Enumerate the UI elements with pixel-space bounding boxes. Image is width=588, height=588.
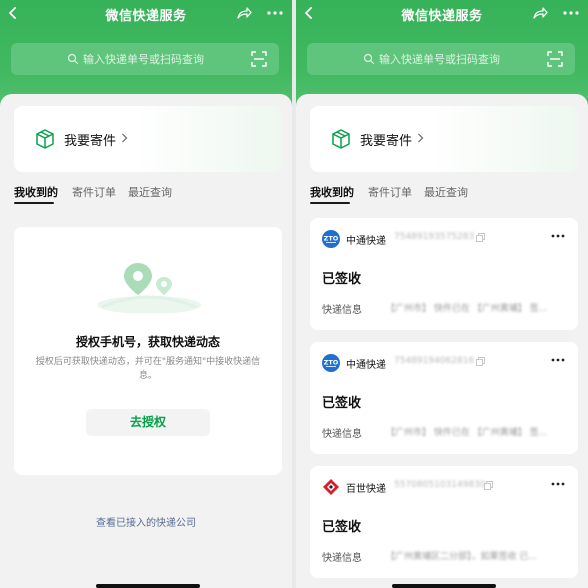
right-pane: 微信快递服务 输入快递单号或扫码查询 我要寄件 我收到的 寄件订单 最近查询 Z… [296,0,588,588]
delivery-status: 已签收 [322,272,362,287]
copy-icon[interactable] [476,357,485,366]
search-icon [363,53,375,65]
more-options-icon[interactable] [550,478,566,490]
info-text: 【广州市】 快件已在 【广州黄埔】 签... [386,304,548,314]
info-label: 快递信息 [322,429,362,440]
info-label: 快递信息 [322,553,362,564]
search-input[interactable]: 输入快递单号或扫码查询 [11,43,279,75]
package-card[interactable]: ZTO 中通快递 75489194062816 已签收 快递信息 【广州市】 快… [310,342,578,454]
authorize-card: 授权手机号，获取快递动态 授权后可获取快递动态，并可在"服务通知"中接收快递信息… [14,227,282,475]
tab-send-orders[interactable]: 寄件订单 [72,184,116,200]
left-pane: 微信快递服务 输入快递单号或扫码查询 我要寄件 我收到的 寄件订单 最近查询 授… [0,0,292,588]
zto-logo-icon: ZTO [322,230,340,248]
tab-send-orders[interactable]: 寄件订单 [368,184,412,200]
content-sheet: 我要寄件 我收到的 寄件订单 最近查询 ZTO 中通快递 75489193575… [296,94,588,588]
active-tab-indicator [310,202,350,204]
tab-received[interactable]: 我收到的 [14,184,58,200]
scan-icon[interactable] [251,51,267,67]
package-box-icon [332,129,350,149]
authorize-button[interactable]: 去授权 [86,409,210,436]
authorize-description: 授权后可获取快递动态，并可在"服务通知"中接收快递信息。 [35,357,261,381]
authorize-title: 授权手机号，获取快递动态 [75,335,220,349]
delivery-status: 已签收 [322,396,362,411]
search-input[interactable]: 输入快递单号或扫码查询 [307,43,575,75]
search-placeholder: 输入快递单号或扫码查询 [379,53,500,66]
scan-icon[interactable] [547,51,563,67]
copy-icon[interactable] [484,481,493,490]
share-icon[interactable] [236,5,252,21]
copy-icon[interactable] [476,233,485,242]
send-package-card[interactable]: 我要寄件 [14,106,282,172]
package-box-icon [36,129,54,149]
tab-bar: 我收到的 寄件订单 最近查询 [310,184,578,206]
svg-text:ZTO: ZTO [324,235,339,243]
package-card[interactable]: ZTO 中通快递 75489193575283 已签收 快递信息 【广州市】 快… [310,218,578,330]
home-indicator [392,584,496,588]
title-bar: 微信快递服务 [0,0,292,28]
more-options-icon[interactable] [550,354,566,366]
home-indicator [96,584,200,588]
carrier-name: 百世快递 [346,484,386,495]
delivery-status: 已签收 [322,520,362,535]
tab-received[interactable]: 我收到的 [310,184,354,200]
best-express-logo-icon [323,479,339,495]
tracking-number: 75489194062816 [394,356,475,366]
carrier-name: 中通快递 [346,236,386,247]
tab-recent-queries[interactable]: 最近查询 [424,184,468,200]
package-card[interactable]: 百世快递 5570805103149830 已签收 快递信息 【广州黄埔区二分部… [310,466,578,578]
send-package-label: 我要寄件 [360,134,413,149]
share-icon[interactable] [532,5,548,21]
zto-logo-icon: ZTO [322,354,340,372]
title-bar: 微信快递服务 [296,0,588,28]
info-label: 快递信息 [322,305,362,316]
svg-text:ZTO: ZTO [324,359,339,367]
active-tab-indicator [14,202,54,204]
location-pin-illustration-icon [97,263,201,313]
tracking-number: 75489193575283 [394,232,475,242]
info-text: 【广州黄埔区二分部】，如果签收 已... [386,552,537,562]
tab-bar: 我收到的 寄件订单 最近查询 [14,184,282,206]
more-options-icon[interactable] [550,230,566,242]
send-package-label: 我要寄件 [64,134,117,149]
info-text: 【广州市】 快件已在 【广州黄埔】 签... [386,428,548,438]
send-package-card[interactable]: 我要寄件 [310,106,578,172]
more-options-icon[interactable] [562,5,580,21]
content-sheet: 我要寄件 我收到的 寄件订单 最近查询 授权手机号，获取快递动态 授权后可获取快… [0,94,292,588]
app-root: 微信快递服务 输入快递单号或扫码查询 我要寄件 我收到的 寄件订单 最近查询 授… [0,0,588,588]
tab-recent-queries[interactable]: 最近查询 [128,184,172,200]
more-options-icon[interactable] [266,5,284,21]
search-icon [67,53,79,65]
supported-companies-link[interactable]: 查看已接入的快递公司 [0,514,292,529]
chevron-right-icon [122,133,128,143]
chevron-right-icon [418,133,424,143]
tracking-number: 5570805103149830 [394,480,486,490]
search-placeholder: 输入快递单号或扫码查询 [83,53,204,66]
carrier-name: 中通快递 [346,360,386,371]
